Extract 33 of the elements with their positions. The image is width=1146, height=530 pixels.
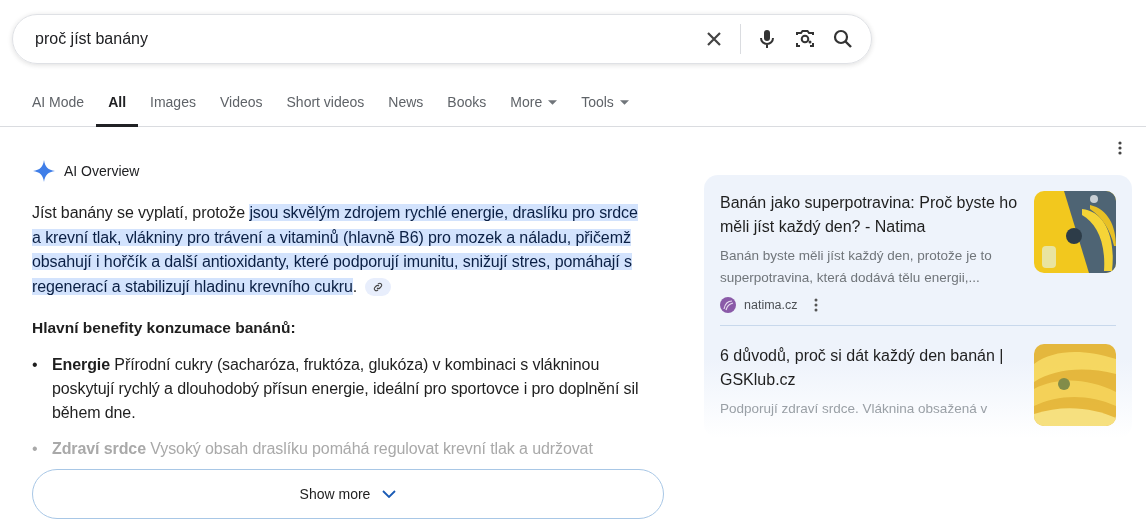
menu-tab[interactable]: Tools	[569, 82, 641, 127]
link-icon	[372, 281, 385, 294]
tab[interactable]: AI Mode	[20, 82, 97, 127]
section-heading: Hlavní benefity konzumace banánů:	[32, 319, 297, 337]
tab[interactable]: Images	[138, 82, 208, 127]
site-name[interactable]: natima.cz	[744, 298, 798, 312]
source-title-link[interactable]: Banán jako superpotravina: Proč byste ho měli jíst každý den? - Natima	[720, 191, 1022, 239]
overview-title: AI Overview	[64, 163, 140, 179]
bullet-text: Zdraví srdce Vysoký obsah draslíku pomáhá regulovat krevní tlak a udržovat	[52, 439, 593, 459]
more-options-icon[interactable]	[1118, 141, 1122, 155]
tab[interactable]: All	[96, 82, 139, 127]
tab[interactable]: Books	[435, 82, 499, 127]
source-snippet: Banán byste měli jíst každý den, protože je to superpotravina, která dodává tělu energii,...	[720, 247, 993, 287]
source-snippet: Podporují zdraví srdce. Vláknina obsažená v	[720, 400, 989, 418]
site-logo-icon	[720, 297, 736, 313]
bullet-mark: •	[32, 439, 39, 459]
source-title-link[interactable]: 6 důvodů, proč si dát každý den banán | GSKlub.cz	[720, 344, 1022, 392]
bullet-mark: •	[32, 355, 39, 375]
link-button[interactable]	[365, 278, 392, 297]
tab[interactable]: Videos	[207, 82, 275, 127]
answer-paragraph: Jíst banány se vyplatí, protože jsou skvělým zdrojem rychlé energie, draslíku pro srdce a krevní tlak, vlákniny pro trávení a vitaminů (hlavně B6) pro mozek a náladu, přičemž obsahují i hořčík a další antioxidanty, které podporují imunitu, snižují stres, pomáhají s regenerací a stabilizují hladinu krevního cukru.	[32, 203, 639, 299]
show-more-button[interactable]: Show more	[32, 469, 664, 519]
caret-icon	[619, 99, 629, 105]
tab[interactable]: News	[376, 82, 436, 127]
sparkle-icon	[32, 159, 56, 183]
menu-tab[interactable]: More	[498, 82, 570, 127]
search-field[interactable]: proč jíst banány	[33, 29, 688, 49]
search-bar[interactable]: proč jíst banány	[12, 14, 872, 64]
caret-icon	[548, 99, 558, 105]
tab[interactable]: Short videos	[274, 82, 377, 127]
more-options-icon[interactable]	[813, 298, 818, 312]
bullet-text: Energie Přírodní cukry (sacharóza, fruktóza, glukóza) v kombinaci s vlákninou poskytují rychlý a dlouhodobý přísun energie, ideální pro sportovce i pro doplnění sil během dne.	[52, 355, 640, 423]
chevron-down-icon	[382, 490, 397, 498]
